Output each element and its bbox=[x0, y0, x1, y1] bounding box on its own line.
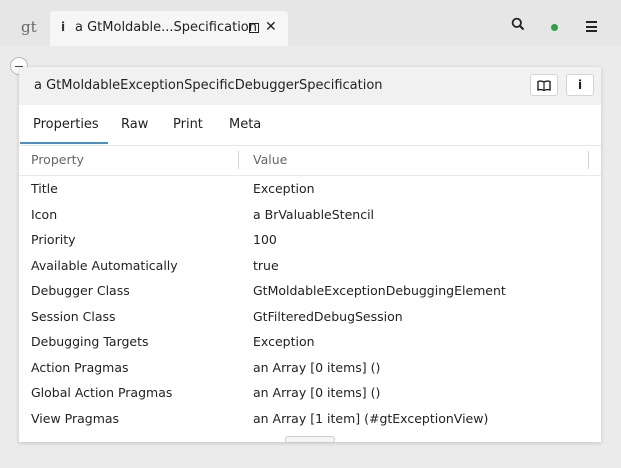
book-button[interactable] bbox=[530, 74, 558, 96]
value-cell: true bbox=[253, 257, 279, 273]
property-cell: Session Class bbox=[31, 308, 116, 324]
inspector-tab[interactable]: i a GtMoldable...Specification ✕ bbox=[50, 11, 288, 46]
value-cell: an Array [0 items] () bbox=[253, 359, 381, 375]
header-divider bbox=[19, 175, 601, 176]
tab-properties[interactable]: Properties bbox=[33, 117, 99, 132]
value-cell: an Array [0 items] () bbox=[253, 385, 381, 400]
book-icon bbox=[537, 79, 551, 91]
table-row[interactable]: Available Automatically true bbox=[19, 258, 601, 283]
property-cell: Icon bbox=[31, 206, 58, 222]
value-cell: Exception bbox=[253, 334, 315, 349]
column-divider[interactable] bbox=[238, 151, 239, 169]
panel-header: a GtMoldableExceptionSpecificDebuggerSpe… bbox=[19, 67, 601, 105]
column-header-value[interactable]: Value bbox=[253, 152, 287, 167]
info-button[interactable]: i bbox=[566, 74, 594, 96]
table-row[interactable]: Priority 100 bbox=[19, 232, 601, 257]
value-cell: GtFilteredDebugSession bbox=[253, 308, 403, 324]
property-cell: Title bbox=[31, 181, 58, 196]
value-cell: 100 bbox=[253, 232, 277, 247]
top-bar: gt i a GtMoldable...Specification ✕ bbox=[0, 0, 621, 46]
value-cell: a BrValuableStencil bbox=[253, 206, 375, 222]
table-row[interactable]: Action Pragmas an Array [0 items] () bbox=[19, 360, 601, 385]
inspector-tab-icon: i bbox=[61, 20, 66, 34]
value-cell: Exception bbox=[253, 181, 315, 196]
inspector-panel: a GtMoldableExceptionSpecificDebuggerSpe… bbox=[19, 67, 601, 443]
property-cell: Debugger Class bbox=[31, 283, 130, 298]
table-row[interactable]: Debugging Targets Exception bbox=[19, 334, 601, 359]
view-tabs: Properties Raw Print Meta bbox=[19, 105, 601, 146]
column-divider[interactable] bbox=[588, 151, 589, 169]
close-icon[interactable]: ✕ bbox=[265, 19, 277, 35]
info-icon: i bbox=[577, 78, 583, 92]
table-row[interactable]: Global Action Pragmas an Array [0 items]… bbox=[19, 385, 601, 410]
status-dot-icon bbox=[551, 24, 558, 31]
menu-icon[interactable] bbox=[586, 21, 597, 35]
property-cell: Available Automatically bbox=[31, 257, 178, 273]
table-row[interactable]: Title Exception bbox=[19, 181, 601, 206]
value-cell: GtMoldableExceptionDebuggingElement bbox=[253, 283, 506, 298]
property-cell: Debugging Targets bbox=[31, 334, 149, 349]
inspector-tab-title[interactable]: a GtMoldable...Specification bbox=[75, 20, 257, 35]
table-row[interactable]: View Pragmas an Array [1 item] (#gtExcep… bbox=[19, 411, 601, 436]
search-icon[interactable] bbox=[511, 17, 525, 31]
property-cell: Global Action Pragmas bbox=[31, 385, 173, 400]
tab-meta[interactable]: Meta bbox=[229, 117, 261, 132]
table-row[interactable]: Session Class GtFilteredDebugSession bbox=[19, 309, 601, 334]
gt-logo[interactable]: gt bbox=[21, 18, 37, 36]
tab-print[interactable]: Print bbox=[173, 117, 203, 132]
column-header-property[interactable]: Property bbox=[31, 152, 84, 167]
property-cell: Priority bbox=[31, 232, 76, 247]
tab-raw[interactable]: Raw bbox=[121, 117, 148, 132]
property-cell: View Pragmas bbox=[31, 410, 120, 426]
active-tab-indicator bbox=[20, 142, 108, 144]
value-cell: an Array [1 item] (#gtExceptionView) bbox=[253, 410, 489, 426]
table-row[interactable]: Icon a BrValuableStencil bbox=[19, 207, 601, 232]
maximize-icon[interactable] bbox=[249, 23, 259, 33]
table-row[interactable]: Debugger Class GtMoldableExceptionDebugg… bbox=[19, 283, 601, 308]
resize-handle[interactable] bbox=[285, 436, 335, 443]
panel-title: a GtMoldableExceptionSpecificDebuggerSpe… bbox=[34, 78, 383, 93]
property-cell: Action Pragmas bbox=[31, 359, 129, 375]
